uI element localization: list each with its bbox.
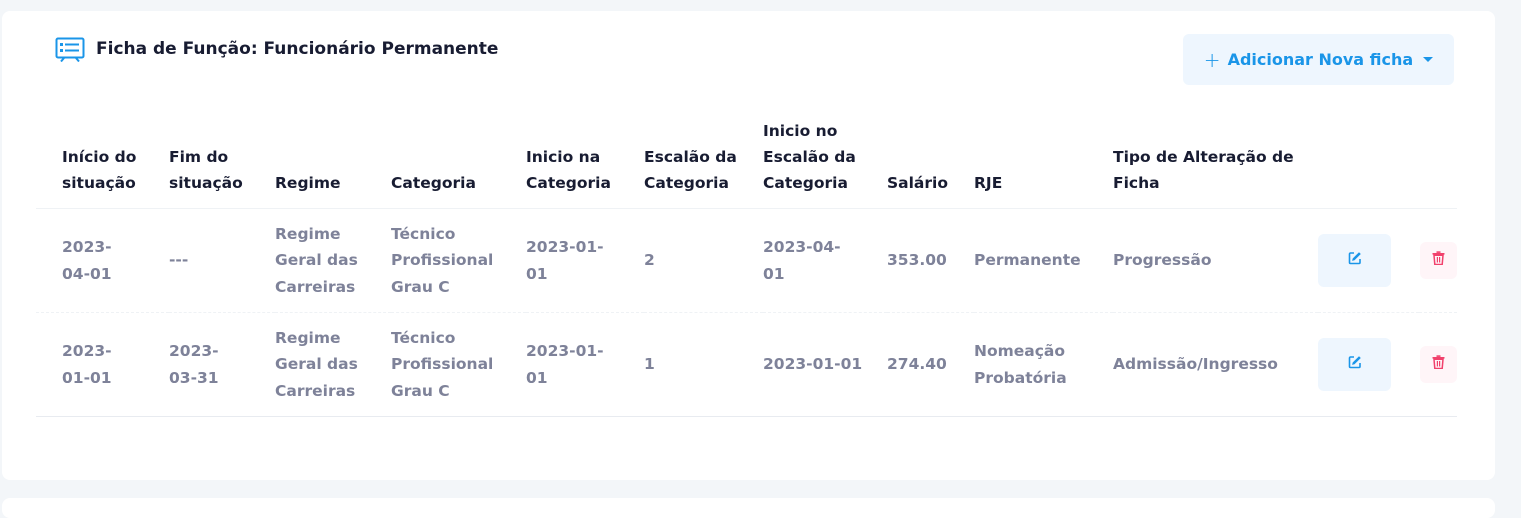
header-rje: RJE — [974, 118, 1113, 209]
header-tipo-alteracao: Tipo de Alteração de Ficha — [1113, 118, 1318, 209]
cell-inicio-situacao: 2023-01-01 — [36, 312, 169, 417]
cell-regime: Regime Geral das Carreiras — [275, 312, 391, 417]
cell-tipo-alteracao: Admissão/Ingresso — [1113, 312, 1318, 417]
page-title: Ficha de Função: Funcionário Permanente — [96, 39, 499, 59]
caret-down-icon — [1423, 57, 1434, 62]
cell-categoria: Técnico Profissional Grau C — [391, 208, 526, 313]
table-header-row: Início do situação Fim do situação Regim… — [36, 118, 1457, 209]
trash-icon — [1432, 351, 1445, 378]
add-new-ficha-label: Adicionar Nova ficha — [1227, 50, 1414, 69]
header-categoria: Categoria — [391, 118, 526, 209]
cell-salario: 274.40 — [887, 312, 974, 417]
cell-inicio-categoria: 2023-01-01 — [526, 312, 644, 417]
cell-delete — [1419, 312, 1457, 417]
next-card — [2, 498, 1495, 518]
edit-icon — [1348, 247, 1362, 274]
cell-delete — [1419, 208, 1457, 313]
card-header: Ficha de Função: Funcionário Permanente — [55, 35, 498, 63]
cell-fim-situacao: 2023-03-31 — [169, 312, 275, 417]
cell-salario: 353.00 — [887, 208, 974, 313]
header-regime: Regime — [275, 118, 391, 209]
delete-button[interactable] — [1420, 242, 1457, 279]
cell-escalao-categoria: 2 — [644, 208, 763, 313]
cell-edit — [1318, 312, 1419, 417]
cell-regime: Regime Geral das Carreiras — [275, 208, 391, 313]
table-row: 2023-01-01 2023-03-31 Regime Geral das C… — [36, 312, 1457, 417]
edit-icon — [1348, 351, 1362, 378]
document-list-icon — [55, 35, 87, 63]
table-row: 2023-04-01 --- Regime Geral das Carreira… — [36, 208, 1457, 313]
header-inicio-situacao: Início do situação — [36, 118, 169, 209]
cell-categoria: Técnico Profissional Grau C — [391, 312, 526, 417]
add-new-ficha-button[interactable]: + Adicionar Nova ficha — [1183, 34, 1454, 85]
cell-inicio-escalao: 2023-04-01 — [763, 208, 887, 313]
edit-button[interactable] — [1318, 338, 1391, 391]
cell-rje: Permanente — [974, 208, 1113, 313]
header-salario: Salário — [887, 118, 974, 209]
cell-inicio-escalao: 2023-01-01 — [763, 312, 887, 417]
cell-tipo-alteracao: Progressão — [1113, 208, 1318, 313]
edit-button[interactable] — [1318, 234, 1391, 287]
cell-rje: Nomeação Probatória — [974, 312, 1113, 417]
header-inicio-categoria: Inicio na Categoria — [526, 118, 644, 209]
header-fim-situacao: Fim do situação — [169, 118, 275, 209]
header-actions-delete — [1419, 118, 1457, 209]
trash-icon — [1432, 247, 1445, 274]
cell-escalao-categoria: 1 — [644, 312, 763, 417]
cell-inicio-situacao: 2023-04-01 — [36, 208, 169, 313]
delete-button[interactable] — [1420, 346, 1457, 383]
ficha-table: Início do situação Fim do situação Regim… — [36, 118, 1457, 417]
header-inicio-escalao: Inicio no Escalão da Categoria — [763, 118, 887, 209]
cell-inicio-categoria: 2023-01-01 — [526, 208, 644, 313]
header-escalao-categoria: Escalão da Categoria — [644, 118, 763, 209]
plus-icon: + — [1203, 47, 1221, 72]
header-actions-edit — [1318, 118, 1419, 209]
cell-edit — [1318, 208, 1419, 313]
cell-fim-situacao: --- — [169, 208, 275, 313]
